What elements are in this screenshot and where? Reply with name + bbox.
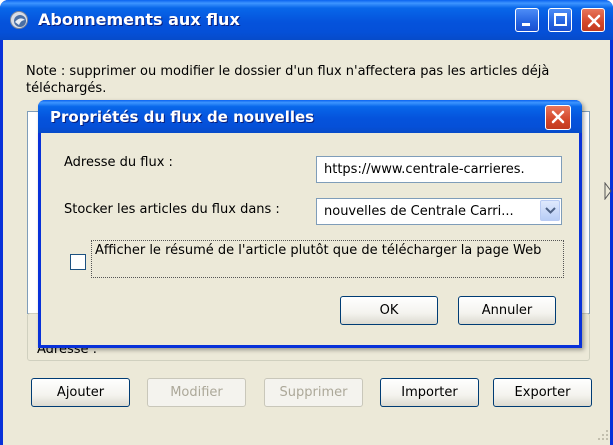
cancel-button[interactable]: Annuler <box>458 296 556 325</box>
feed-properties-dialog: Propriétés du flux de nouvelles Adresse … <box>38 100 582 348</box>
export-button[interactable]: Exporter <box>493 378 592 407</box>
dialog-title: Propriétés du flux de nouvelles <box>50 108 315 126</box>
store-folder-select[interactable]: nouvelles de Centrale Carri... <box>316 198 562 225</box>
maximize-icon <box>554 13 567 26</box>
note-text: Note : supprimer ou modifier le dossier … <box>26 64 550 96</box>
close-icon <box>551 110 565 124</box>
minimize-button[interactable] <box>515 8 539 32</box>
summary-checkbox[interactable] <box>70 254 86 270</box>
import-button[interactable]: Importer <box>380 378 479 407</box>
dialog-close-button[interactable] <box>545 105 571 130</box>
ok-button[interactable]: OK <box>340 296 438 325</box>
expand-arrow-icon <box>604 182 612 200</box>
summary-checkbox-label-focus[interactable]: Afficher le résumé de l'article plutôt q… <box>91 240 564 278</box>
delete-button[interactable]: Supprimer <box>264 378 363 407</box>
window-titlebar[interactable]: Abonnements aux flux <box>0 0 613 40</box>
close-icon <box>587 14 601 28</box>
close-button[interactable] <box>581 8 605 32</box>
store-folder-label: Stocker les articles du flux dans : <box>64 202 280 217</box>
chevron-down-icon[interactable] <box>540 200 560 221</box>
modify-button[interactable]: Modifier <box>147 378 246 407</box>
summary-checkbox-label: Afficher le résumé de l'article plutôt q… <box>95 243 542 258</box>
maximize-button[interactable] <box>548 8 572 32</box>
add-button[interactable]: Ajouter <box>31 378 130 407</box>
feed-address-input[interactable]: https://www.centrale-carrieres. <box>316 156 562 183</box>
minimize-icon <box>522 23 530 26</box>
window-title: Abonnements aux flux <box>38 10 240 29</box>
feed-address-label: Adresse du flux : <box>64 155 173 170</box>
resize-grip-icon[interactable] <box>597 429 609 441</box>
dialog-titlebar[interactable]: Propriétés du flux de nouvelles <box>38 100 582 133</box>
thunderbird-icon <box>10 11 28 29</box>
